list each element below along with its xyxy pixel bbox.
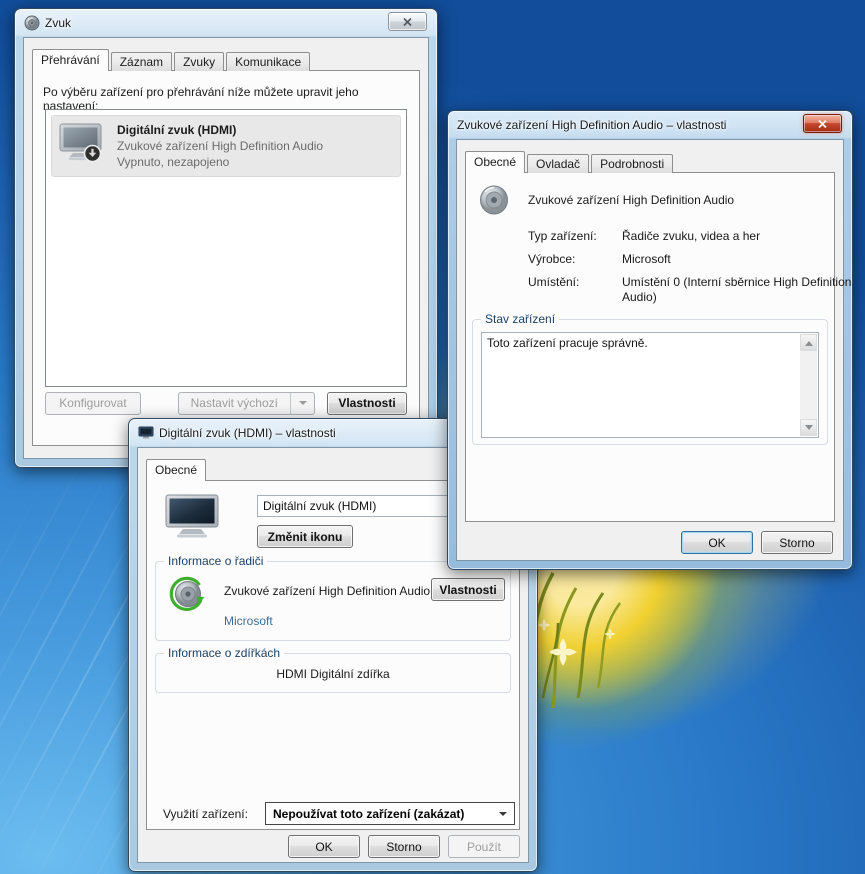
hdmi-dialog-title: Digitální zvuk (HDMI) – vlastnosti	[159, 426, 336, 440]
tab-prehravani[interactable]: Přehrávání	[32, 49, 109, 71]
device-list-item[interactable]: Digitální zvuk (HDMI) Zvukové zařízení H…	[51, 115, 401, 177]
sound-dialog-title: Zvuk	[45, 16, 72, 30]
close-icon[interactable]	[388, 12, 427, 31]
sound-dialog-tabs: Přehrávání Záznam Zvuky Komunikace	[32, 49, 312, 71]
playback-button-row: Konfigurovat Nastavit výchozí Vlastnosti	[45, 391, 407, 415]
device-status: Vypnuto, nezapojeno	[117, 155, 230, 169]
desktop: Zvuk Přehrávání Záznam Zvuky Komunikace …	[0, 0, 865, 874]
ok-button[interactable]: OK	[288, 835, 360, 858]
playback-tab-page: Po výběru zařízení pro přehrávání níže m…	[32, 70, 420, 446]
set-default-dropdown[interactable]	[290, 392, 314, 414]
speaker-icon	[478, 183, 512, 220]
device-name: Digitální zvuk (HDMI)	[117, 123, 237, 137]
cancel-button[interactable]: Storno	[761, 531, 833, 554]
device-name-input[interactable]	[257, 495, 453, 517]
device-usage-combobox[interactable]: Nepoužívat toto zařízení (zakázat)	[265, 802, 515, 825]
device-usage-label: Využití zařízení:	[163, 807, 248, 821]
ok-button[interactable]: OK	[681, 531, 753, 554]
sound-dialog-titlebar[interactable]: Zvuk	[15, 9, 437, 37]
vendor-link[interactable]: Microsoft	[224, 614, 273, 628]
field-label: Výrobce:	[528, 252, 576, 266]
device-status-groupbox: Stav zařízení Toto zařízení pracuje sprá…	[472, 312, 828, 445]
field-label: Typ zařízení:	[528, 229, 597, 243]
configure-button[interactable]: Konfigurovat	[45, 391, 141, 415]
close-icon[interactable]	[803, 114, 842, 133]
hdmi-dialog-button-row: OK Storno Použít	[146, 835, 520, 858]
field-value: Microsoft	[622, 252, 671, 266]
device-description: Zvukové zařízení High Definition Audio	[117, 139, 324, 153]
tab-obecne[interactable]: Obecné	[146, 459, 207, 481]
hdmi-monitor-icon	[163, 493, 221, 542]
set-default-split-button[interactable]: Nastavit výchozí	[177, 391, 315, 415]
monitor-disabled-icon	[58, 122, 105, 164]
general-tab-page: Zvukové zařízení High Definition Audio T…	[465, 172, 851, 522]
sound-dialog-client: Přehrávání Záznam Zvuky Komunikace Po vý…	[23, 37, 429, 459]
field-value: Umístění 0 (Interní sběrnice High Defini…	[622, 275, 852, 304]
chevron-down-icon	[499, 811, 507, 820]
tab-zvuky[interactable]: Zvuky	[174, 52, 225, 71]
jack-info-label: Informace o zdířkách	[164, 646, 285, 660]
chevron-down-icon	[298, 401, 307, 409]
tab-ovladac[interactable]: Ovladač	[527, 154, 590, 173]
scroll-down-icon[interactable]	[800, 419, 817, 436]
device-status-text: Toto zařízení pracuje správně.	[487, 336, 648, 350]
properties-dialog-client: Obecné Ovladač Podrobnosti Zvukové zaříz…	[456, 139, 851, 561]
device-status-textarea[interactable]: Toto zařízení pracuje správně.	[481, 332, 819, 438]
tab-obecne[interactable]: Obecné	[465, 151, 526, 173]
device-status-label: Stav zařízení	[481, 312, 560, 326]
controller-properties-button[interactable]: Vlastnosti	[431, 578, 505, 601]
sound-dialog-window: Zvuk Přehrávání Záznam Zvuky Komunikace …	[14, 8, 438, 468]
properties-dialog-titlebar[interactable]: Zvukové zařízení High Definition Audio –…	[448, 111, 852, 139]
monitor-icon	[138, 425, 154, 441]
scroll-up-icon[interactable]	[800, 334, 817, 351]
field-value: Řadiče zvuku, videa a her	[622, 229, 761, 243]
controller-device-name: Zvukové zařízení High Definition Audio	[224, 584, 431, 598]
controller-info-label: Informace o řadiči	[164, 554, 268, 568]
cancel-button[interactable]: Storno	[368, 835, 440, 858]
tab-podrobnosti[interactable]: Podrobnosti	[591, 154, 674, 173]
tab-zaznam[interactable]: Záznam	[110, 52, 173, 71]
properties-dialog-button-row: OK Storno	[681, 531, 833, 554]
set-default-button[interactable]: Nastavit výchozí	[179, 393, 290, 414]
playback-device-list[interactable]: Digitální zvuk (HDMI) Zvukové zařízení H…	[45, 109, 407, 387]
controller-info-groupbox: Informace o řadiči Zvukové zařízení High…	[155, 554, 511, 641]
hdmi-dialog-tabs: Obecné	[146, 459, 208, 481]
properties-dialog-title: Zvukové zařízení High Definition Audio –…	[457, 118, 727, 132]
properties-device-name: Zvukové zařízení High Definition Audio	[528, 193, 735, 207]
jack-info-value: HDMI Digitální zdířka	[276, 667, 390, 681]
device-info-fields: Typ zařízení: Řadiče zvuku, videa a her …	[528, 229, 854, 313]
field-label: Umístění:	[528, 275, 580, 289]
device-usage-value: Nepoužívat toto zařízení (zakázat)	[273, 806, 465, 821]
properties-dialog-tabs: Obecné Ovladač Podrobnosti	[465, 151, 675, 173]
status-scrollbar[interactable]	[800, 334, 817, 436]
flower-sparkles	[537, 618, 616, 666]
audio-driver-icon	[168, 576, 206, 617]
apply-button[interactable]: Použít	[448, 835, 520, 858]
jack-info-groupbox: Informace o zdířkách HDMI Digitální zdíř…	[155, 646, 511, 693]
change-icon-button[interactable]: Změnit ikonu	[257, 525, 353, 548]
properties-button[interactable]: Vlastnosti	[327, 391, 407, 415]
tab-komunikace[interactable]: Komunikace	[226, 52, 311, 71]
speaker-ball-icon	[24, 15, 40, 31]
audio-device-properties-window: Zvukové zařízení High Definition Audio –…	[447, 110, 853, 570]
